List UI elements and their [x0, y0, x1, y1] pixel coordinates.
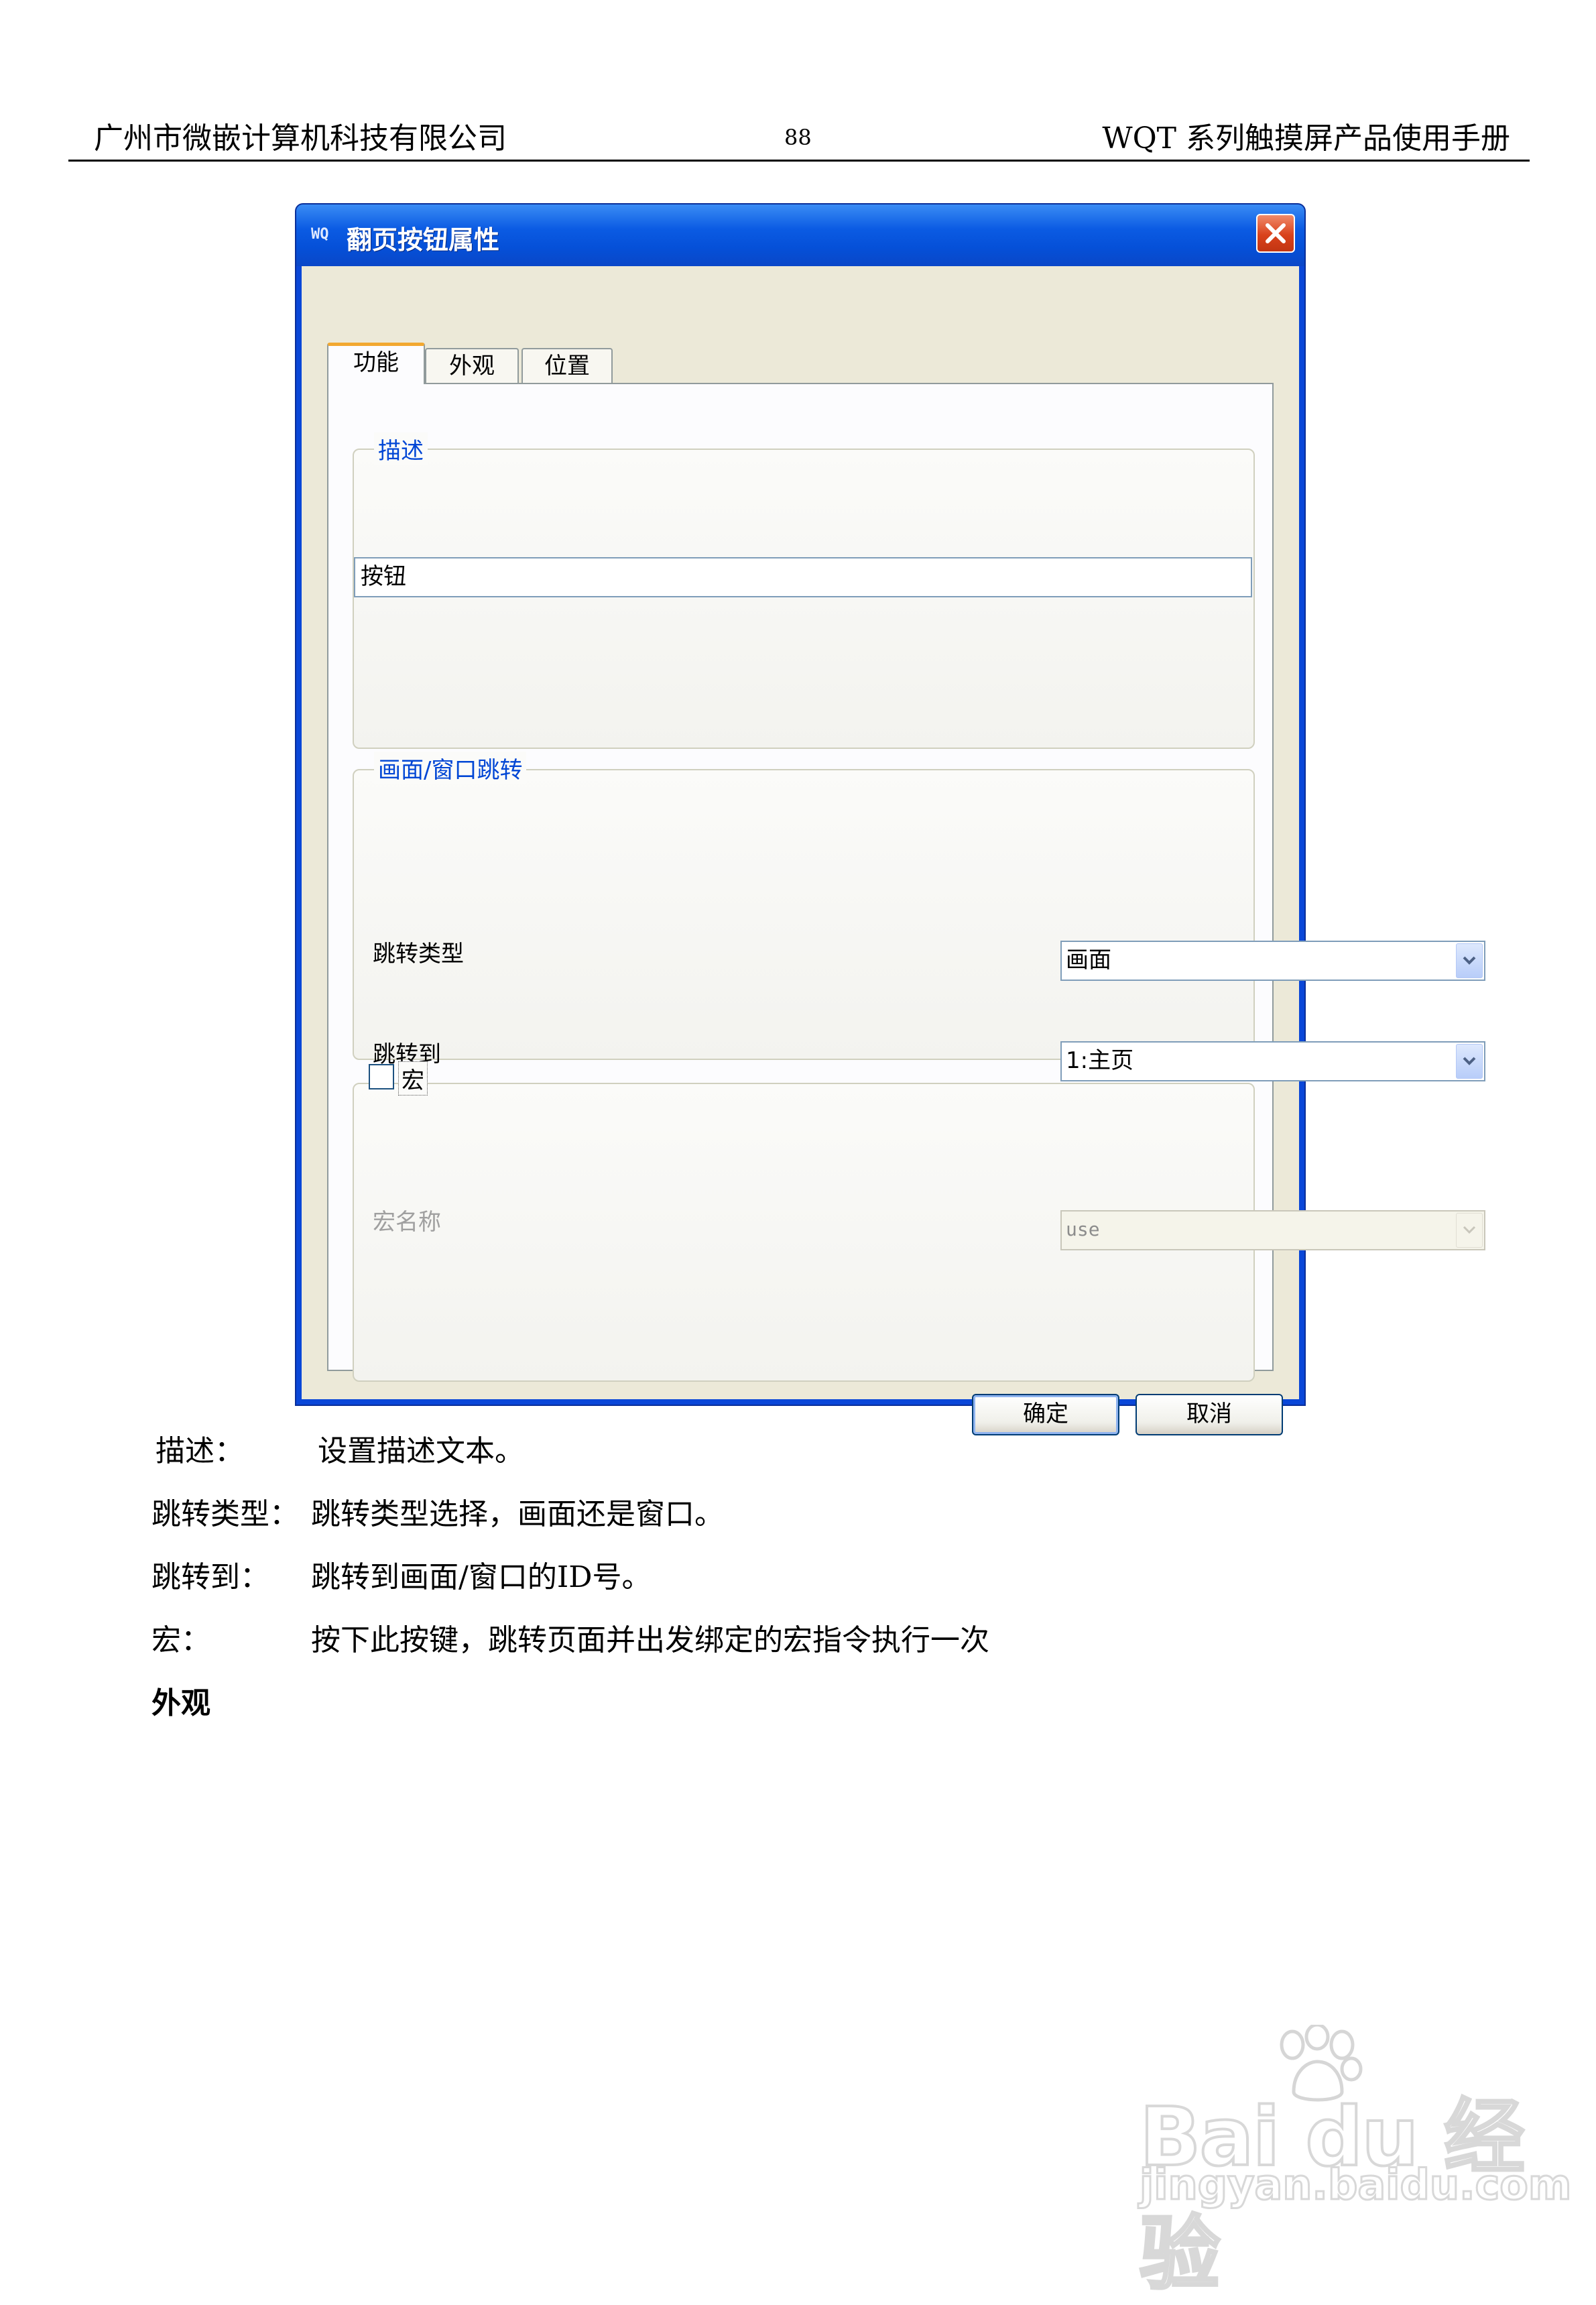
- header-manual-title: WQT 系列触摸屏产品使用手册: [1102, 121, 1510, 156]
- definition-description: 设置描述文本。: [318, 1434, 524, 1468]
- page-button-properties-dialog: WQ 翻页按钮属性 功能 外观 位置 描述 按钮 画面/窗口跳转 跳转类型 画面: [295, 203, 1485, 1435]
- chevron-down-icon: [1463, 956, 1476, 965]
- term-description: 描述：: [156, 1434, 244, 1468]
- header-company: 广州市微嵌计算机科技有限公司: [94, 121, 507, 156]
- dialog-title: 翻页按钮属性: [347, 225, 500, 255]
- dialog-client-area: 功能 外观 位置 描述 按钮 画面/窗口跳转 跳转类型 画面 跳转到 1:主页 …: [302, 266, 1485, 1435]
- section-heading-appearance: 外观: [151, 1686, 210, 1720]
- jump-group: [353, 769, 1255, 1060]
- jump-type-value: 画面: [1066, 947, 1111, 973]
- jump-type-select[interactable]: 画面: [1060, 941, 1485, 981]
- app-icon: WQ: [311, 226, 329, 243]
- jump-type-label: 跳转类型: [373, 941, 464, 967]
- chevron-down-icon: [1463, 1057, 1476, 1065]
- header-rule: [68, 160, 1530, 162]
- dropdown-button-disabled: [1456, 1213, 1483, 1248]
- tab-panel-function: 描述 按钮 画面/窗口跳转 跳转类型 画面 跳转到 1:主页 宏 宏名称 use: [327, 383, 1485, 1382]
- term-jump-to: 跳转到：: [151, 1560, 269, 1594]
- jump-group-title: 画面/窗口跳转: [374, 752, 527, 784]
- description-group-title: 描述: [374, 432, 428, 465]
- tab-function[interactable]: 功能: [327, 343, 425, 384]
- close-icon: [1266, 223, 1286, 243]
- definition-macro: 按下此按键，跳转页面并出发绑定的宏指令执行一次: [311, 1623, 989, 1657]
- watermark-url: jingyan.baidu.com: [1138, 2160, 1572, 2210]
- dropdown-button[interactable]: [1456, 943, 1483, 978]
- term-macro: 宏：: [151, 1623, 210, 1657]
- chevron-down-icon: [1463, 1226, 1476, 1234]
- tab-appearance[interactable]: 外观: [425, 348, 519, 384]
- macro-name-label: 宏名称: [373, 1209, 441, 1236]
- dialog-titlebar[interactable]: WQ 翻页按钮属性: [296, 204, 1304, 266]
- macro-checkbox-label[interactable]: 宏: [398, 1061, 428, 1096]
- jump-target-select[interactable]: 1:主页: [1060, 1041, 1485, 1081]
- definition-jump-type: 跳转类型选择，画面还是窗口。: [311, 1497, 724, 1531]
- macro-name-value: use: [1066, 1218, 1100, 1240]
- page-number: 88: [784, 125, 812, 150]
- cancel-button[interactable]: 取消: [1135, 1394, 1283, 1435]
- description-group: [353, 449, 1255, 749]
- term-jump-type: 跳转类型：: [151, 1497, 299, 1531]
- macro-name-select: use: [1060, 1210, 1485, 1250]
- definition-jump-to: 跳转到画面/窗口的ID号。: [311, 1560, 652, 1594]
- description-input[interactable]: 按钮: [354, 557, 1252, 597]
- close-button[interactable]: [1256, 214, 1295, 253]
- tab-position[interactable]: 位置: [521, 348, 613, 384]
- jump-target-value: 1:主页: [1066, 1047, 1134, 1074]
- macro-checkbox[interactable]: [369, 1064, 394, 1089]
- ok-button[interactable]: 确定: [972, 1394, 1119, 1435]
- dropdown-button[interactable]: [1456, 1044, 1483, 1079]
